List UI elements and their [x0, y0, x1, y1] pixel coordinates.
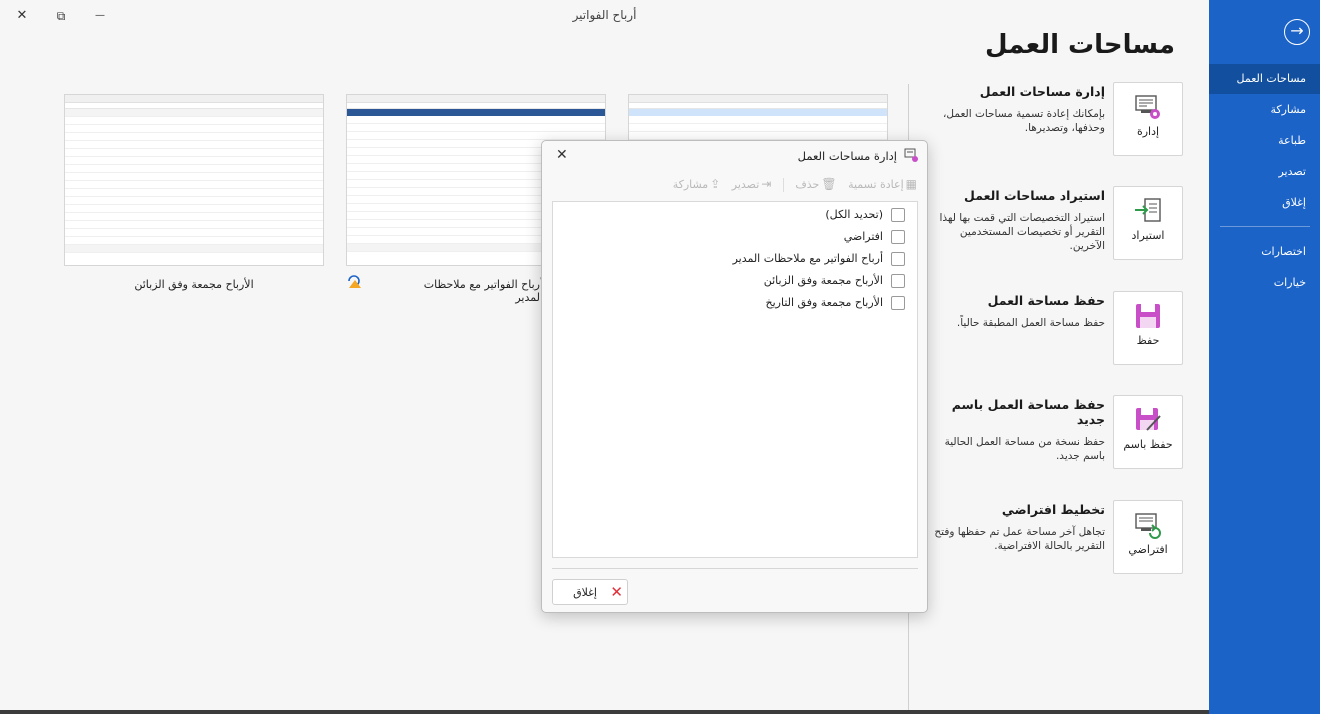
dialog-toolbar: ▦إعادة تسمية 🗑حذف ⇥تصدير ⇪مشاركة — [552, 177, 917, 195]
workspace-thumbnail-by-customers[interactable] — [64, 94, 324, 266]
list-item-default[interactable]: افتراضي — [553, 226, 917, 248]
default-layout-description: تخطيط افتراضي تجاهل آخر مساحة عمل تم حفظ… — [925, 502, 1105, 553]
save-as-description: حفظ مساحة العمل باسم جديد حفظ نسخة من مس… — [925, 397, 1105, 463]
nav-item-close[interactable]: إغلاق — [1209, 188, 1320, 218]
nav-item-print[interactable]: طباعة — [1209, 126, 1320, 156]
delete-button[interactable]: 🗑حذف — [795, 177, 836, 191]
default-layout-button-label: افتراضي — [1128, 543, 1168, 556]
taskbar-strip — [0, 710, 1209, 714]
nav-item-export[interactable]: تصدير — [1209, 157, 1320, 187]
manage-button-label: إدارة — [1136, 125, 1160, 138]
delete-label: حذف — [795, 178, 820, 191]
dialog-close-button[interactable]: ✕ إغلاق — [552, 579, 628, 605]
default-layout-button[interactable]: افتراضي — [1113, 500, 1183, 574]
import-button-label: استيراد — [1131, 229, 1165, 242]
share-button[interactable]: ⇪مشاركة — [673, 177, 721, 191]
export-label: تصدير — [731, 178, 760, 191]
title-bar: ✕ ⧉ — أرباح الفواتير — [0, 0, 1209, 32]
nav-separator — [1220, 226, 1310, 227]
save-button-label: حفظ — [1136, 334, 1160, 347]
save-as-icon — [1136, 408, 1161, 431]
list-item-by-customers[interactable]: الأرباح مجمعة وفق الزبائن — [553, 270, 917, 292]
import-title: استيراد مساحات العمل — [964, 188, 1105, 203]
import-text: استيراد التخصيصات التي قمت بها لهذا التق… — [939, 212, 1105, 252]
rename-icon: ▦ — [905, 177, 917, 191]
default-layout-icon — [1135, 513, 1161, 539]
manage-button[interactable]: إدارة — [1113, 82, 1183, 156]
list-item-by-date[interactable]: الأرباح مجمعة وفق التاريخ — [553, 292, 917, 314]
list-item-label: أرباح الفواتير مع ملاحظات المدير — [732, 252, 883, 265]
save-as-title: حفظ مساحة العمل باسم جديد — [951, 397, 1105, 427]
dialog-close-button-label: إغلاق — [573, 586, 597, 599]
manage-workspaces-icon — [1135, 95, 1160, 119]
manage-workspaces-dialog: إدارة مساحات العمل ✕ ▦إعادة تسمية 🗑حذف ⇥… — [541, 140, 928, 613]
manage-workspaces-dialog-icon — [904, 148, 918, 162]
export-icon: ⇥ — [761, 177, 772, 191]
share-label: مشاركة — [672, 178, 709, 191]
import-icon — [1135, 198, 1161, 222]
default-layout-title: تخطيط افتراضي — [1001, 502, 1105, 517]
save-text: حفظ مساحة العمل المطبقة حالياً. — [956, 317, 1105, 329]
checkbox[interactable] — [891, 230, 905, 244]
rename-label: إعادة تسمية — [848, 178, 904, 191]
import-button[interactable]: استيراد — [1113, 186, 1183, 260]
dialog-close-icon[interactable]: ✕ — [556, 147, 568, 163]
save-as-button-label: حفظ باسم — [1123, 438, 1173, 451]
page-title: مساحات العمل — [985, 30, 1175, 60]
checkbox[interactable] — [891, 296, 905, 310]
save-description: حفظ مساحة العمل حفظ مساحة العمل المطبقة … — [925, 293, 1105, 330]
thumbnail-caption-manager-notes: أرباح الفواتير مع ملاحظات المدير — [423, 278, 543, 304]
nav-item-share[interactable]: مشاركة — [1209, 95, 1320, 125]
manage-text: بإمكانك إعادة تسمية مساحات العمل، وحذفها… — [943, 108, 1105, 134]
close-x-icon: ✕ — [610, 583, 623, 601]
rename-button[interactable]: ▦إعادة تسمية — [848, 177, 917, 191]
list-item-label: افتراضي — [843, 230, 883, 243]
nav-item-workspaces[interactable]: مساحات العمل — [1209, 64, 1320, 94]
list-item-label: (تحديد الكل) — [825, 208, 883, 221]
list-item-select-all[interactable]: (تحديد الكل) — [553, 204, 917, 226]
default-layout-text: تجاهل آخر مساحة عمل تم حفظها وفتح التقري… — [934, 526, 1105, 552]
backstage-nav: → مساحات العمل مشاركة طباعة تصدير إغلاق … — [1209, 0, 1320, 714]
save-as-button[interactable]: حفظ باسم — [1113, 395, 1183, 469]
dialog-title: إدارة مساحات العمل — [797, 149, 897, 163]
thumbnail-caption-by-customers: الأرباح مجمعة وفق الزبائن — [134, 278, 254, 291]
workspaces-list: (تحديد الكل) افتراضي أرباح الفواتير مع م… — [552, 201, 918, 558]
save-title: حفظ مساحة العمل — [987, 293, 1105, 308]
save-button[interactable]: حفظ — [1113, 291, 1183, 365]
list-item-manager-notes[interactable]: أرباح الفواتير مع ملاحظات المدير — [553, 248, 917, 270]
checkbox[interactable] — [891, 208, 905, 222]
save-as-text: حفظ نسخة من مساحة العمل الحالية باسم جدي… — [944, 436, 1105, 462]
checkbox[interactable] — [891, 252, 905, 266]
share-icon: ⇪ — [710, 177, 721, 191]
delete-icon: 🗑 — [821, 177, 837, 191]
toolbar-separator — [782, 178, 784, 192]
back-arrow-icon[interactable]: → — [1284, 19, 1310, 45]
save-icon — [1136, 304, 1160, 328]
window-title: أرباح الفواتير — [572, 8, 637, 22]
export-button[interactable]: ⇥تصدير — [732, 177, 772, 191]
import-description: استيراد مساحات العمل استيراد التخصيصات ا… — [925, 188, 1105, 253]
nav-item-shortcuts[interactable]: اختصارات — [1209, 237, 1320, 267]
manage-title: إدارة مساحات العمل — [979, 84, 1105, 99]
manage-description: إدارة مساحات العمل بإمكانك إعادة تسمية م… — [925, 84, 1105, 135]
refresh-warning-icon — [348, 275, 361, 288]
list-item-label: الأرباح مجمعة وفق الزبائن — [763, 274, 883, 287]
dialog-separator — [552, 568, 918, 569]
list-item-label: الأرباح مجمعة وفق التاريخ — [765, 296, 884, 309]
checkbox[interactable] — [891, 274, 905, 288]
nav-item-options[interactable]: خيارات — [1209, 268, 1320, 298]
